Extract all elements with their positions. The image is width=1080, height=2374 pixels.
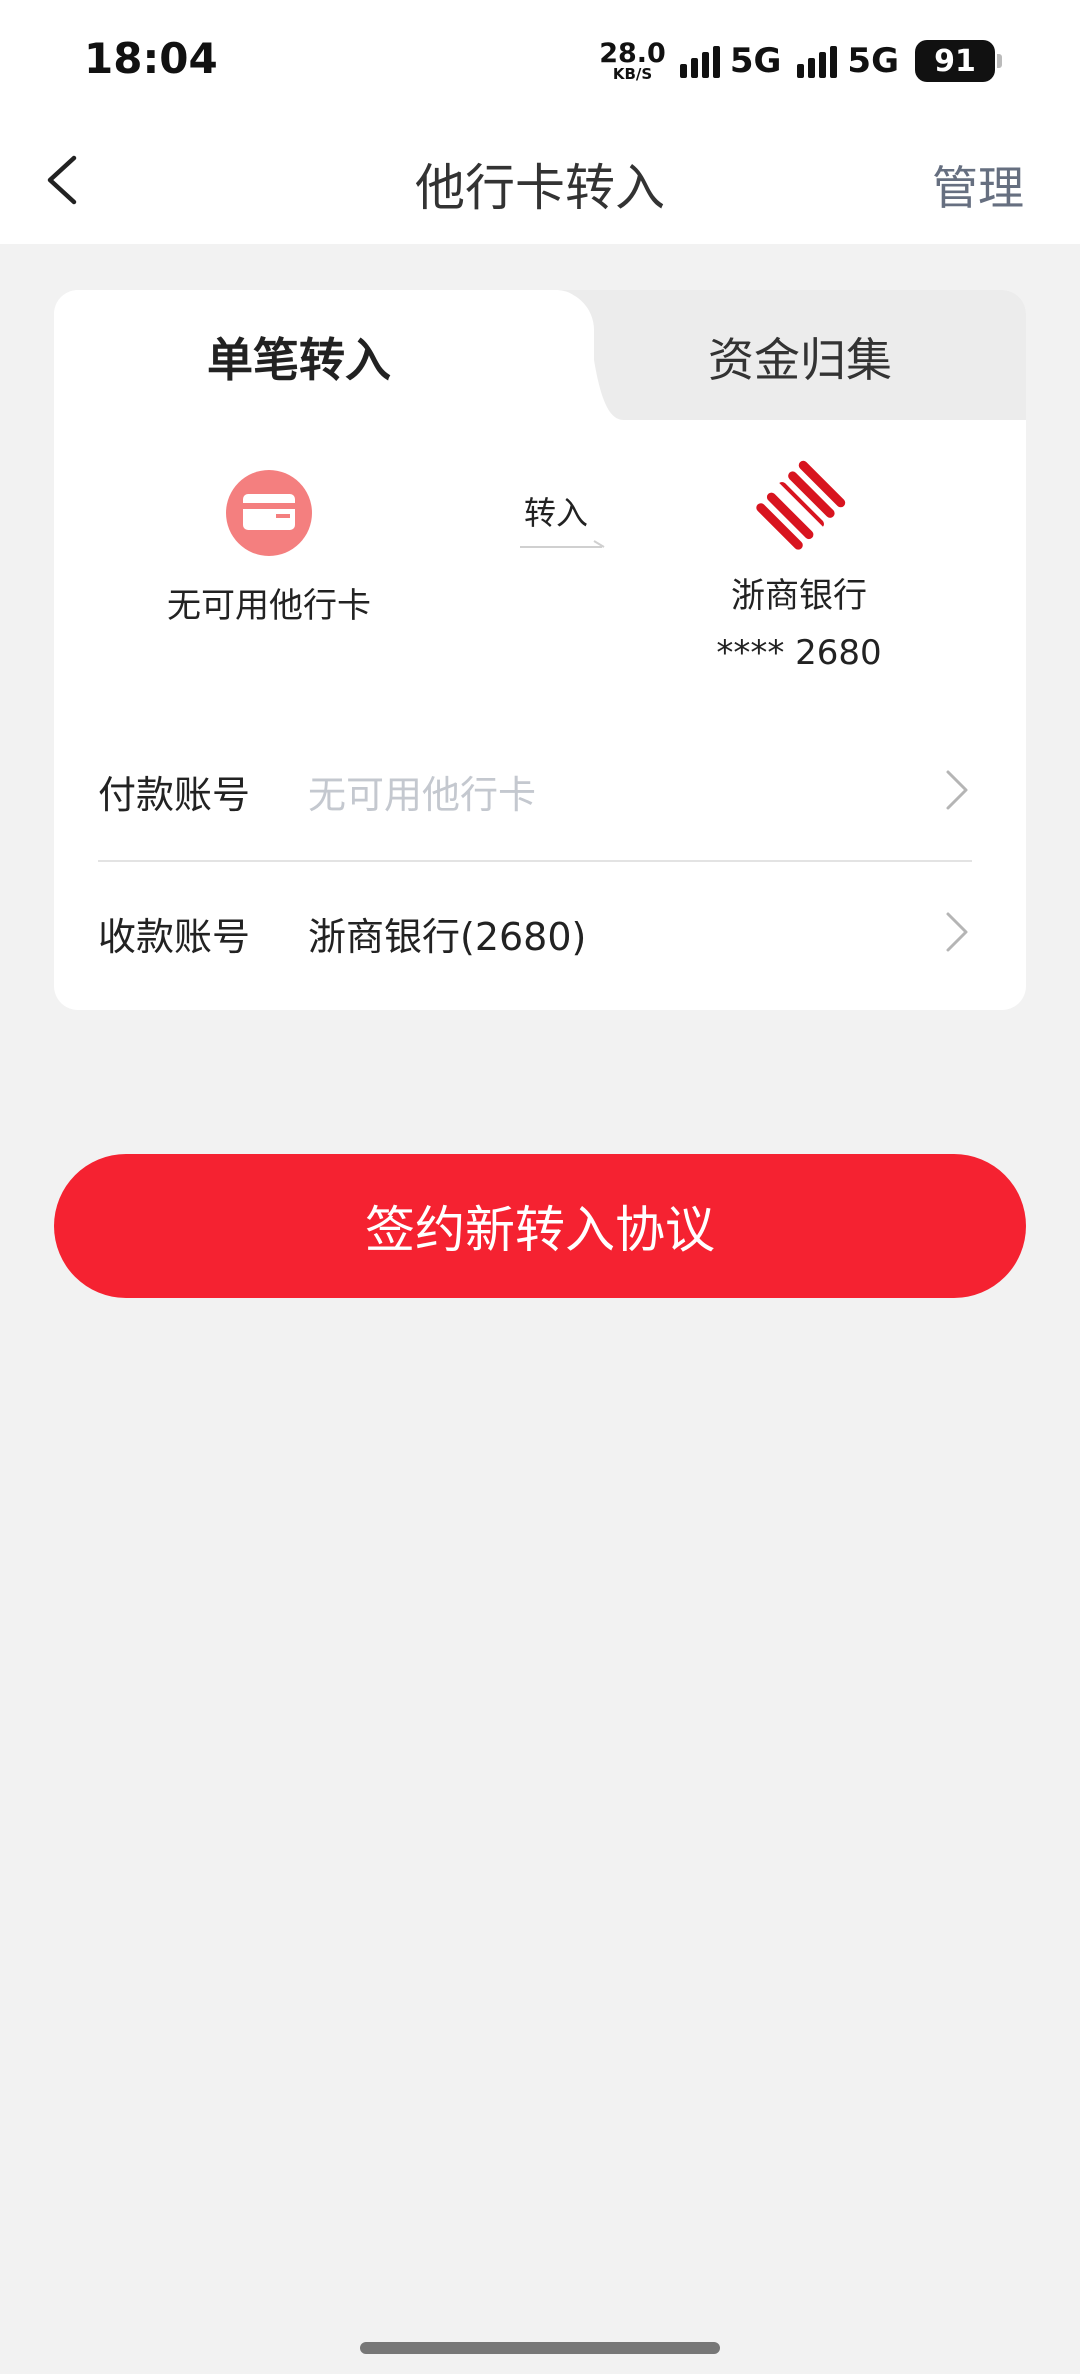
page-title: 他行卡转入	[415, 159, 665, 217]
from-account[interactable]: 无可用他行卡	[134, 470, 404, 627]
network-type-2: 5G	[847, 41, 899, 81]
battery-level: 91	[915, 40, 995, 82]
status-time: 18:04	[84, 34, 218, 83]
manage-button[interactable]: 管理	[932, 152, 1024, 218]
to-card-number: **** 2680	[716, 633, 882, 673]
payer-account-row[interactable]: 付款账号 无可用他行卡	[98, 720, 972, 862]
tab-fund-collection[interactable]: 资金归集	[574, 324, 1026, 390]
to-bank-name: 浙商银行	[731, 576, 867, 616]
home-indicator[interactable]	[360, 2342, 720, 2354]
payee-account-row[interactable]: 收款账号 浙商银行(2680)	[98, 862, 972, 1002]
transfer-arrow-label: 转入	[524, 494, 589, 532]
chevron-right-icon	[946, 912, 968, 952]
transfer-diagram: 无可用他行卡 转入 浙商银行 **** 2680	[54, 420, 1026, 720]
status-icons: 28.0 KB/S 5G 5G 91	[599, 36, 1002, 86]
net-speed-value: 28.0	[599, 38, 666, 69]
transfer-card: 单笔转入 资金归集 无可用他行卡 转入 浙商银行 **** 2680 付款账号 …	[54, 290, 1026, 1010]
from-label: 无可用他行卡	[167, 586, 371, 626]
payer-account-select[interactable]: 无可用他行卡	[308, 764, 536, 819]
net-speed: 28.0 KB/S	[599, 40, 666, 82]
network-type-1: 5G	[729, 41, 782, 81]
to-account: 浙商银行 **** 2680	[674, 460, 924, 673]
status-bar: 18:04 28.0 KB/S 5G 5G 91	[0, 0, 1080, 120]
battery-icon: 91	[915, 40, 1002, 82]
tab-single-transfer[interactable]: 单笔转入	[54, 324, 544, 390]
payee-label: 收款账号	[98, 915, 251, 959]
payer-label: 付款账号	[98, 773, 251, 817]
czbank-logo-icon	[756, 460, 846, 550]
net-speed-unit: KB/S	[612, 65, 653, 83]
chevron-right-icon	[946, 770, 968, 810]
signal-icon-2	[797, 44, 838, 78]
payee-account-select[interactable]: 浙商银行(2680)	[308, 906, 586, 961]
nav-bar: 他行卡转入 管理	[0, 120, 1080, 244]
tab-bar: 单笔转入 资金归集	[54, 290, 1026, 420]
signal-icon	[679, 44, 720, 78]
bank-card-icon	[226, 470, 312, 556]
sign-new-agreement-button[interactable]: 签约新转入协议	[54, 1154, 1026, 1298]
right-arrow-icon	[520, 540, 605, 548]
